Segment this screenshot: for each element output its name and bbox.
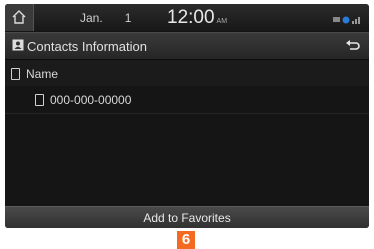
- date-display: Jan. 1: [80, 11, 131, 25]
- person-icon: [11, 68, 20, 80]
- head-unit-screen: Jan. 1 12:00 AM Contacts Information Nam…: [5, 4, 369, 228]
- clock-ampm: AM: [216, 18, 228, 25]
- name-row: Name: [5, 60, 369, 88]
- signal-icon: [352, 17, 360, 24]
- phone-number-item[interactable]: 000-000-00000: [5, 86, 369, 114]
- callout-badge: 6: [177, 231, 195, 249]
- battery-icon: [333, 17, 340, 22]
- status-bar: Jan. 1 12:00 AM: [5, 4, 369, 31]
- contact-detail-list: 000-000-00000: [5, 86, 369, 202]
- status-icons: [333, 12, 361, 30]
- back-button[interactable]: [337, 33, 369, 59]
- back-arrow-icon: [346, 40, 360, 50]
- add-to-favorites-label: Add to Favorites: [143, 211, 231, 225]
- name-label: Name: [26, 67, 59, 81]
- page-title: Contacts Information: [27, 39, 147, 54]
- add-to-favorites-button[interactable]: Add to Favorites: [5, 206, 369, 228]
- contact-card-icon: [12, 39, 24, 51]
- phone-icon: [35, 94, 44, 106]
- home-icon: [12, 10, 26, 24]
- clock: 12:00 AM: [167, 7, 227, 29]
- home-button[interactable]: [5, 4, 34, 31]
- date-day: 1: [124, 11, 132, 25]
- date-month: Jan.: [80, 11, 103, 25]
- bluetooth-icon: [342, 16, 350, 24]
- title-bar: Contacts Information: [5, 32, 369, 60]
- clock-time: 12:00: [167, 7, 215, 28]
- phone-number: 000-000-00000: [50, 93, 132, 107]
